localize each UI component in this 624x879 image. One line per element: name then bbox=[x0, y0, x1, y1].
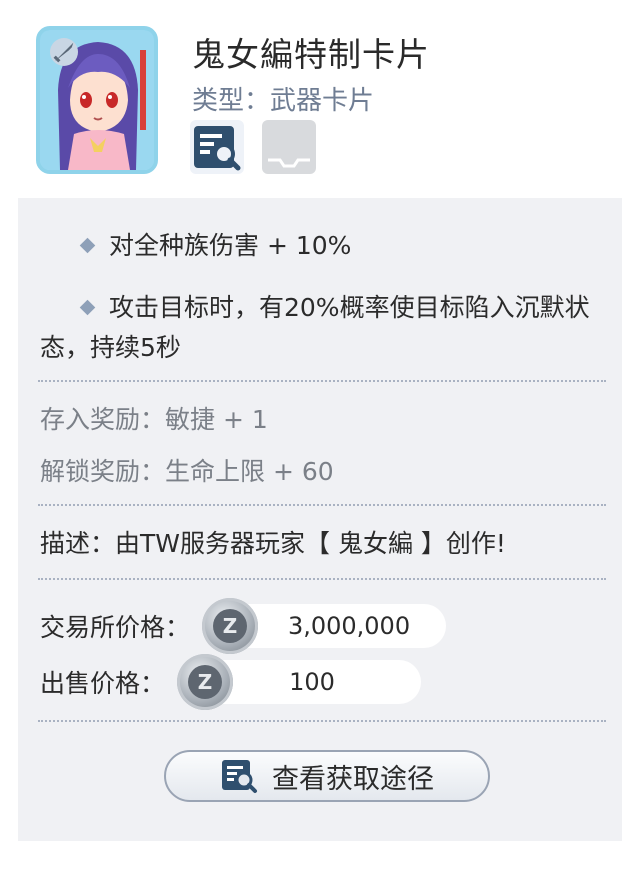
divider bbox=[38, 720, 606, 722]
divider bbox=[38, 504, 606, 506]
divider bbox=[38, 578, 606, 580]
card-description: 描述：由TW服务器玩家【 鬼女編 】创作! bbox=[40, 529, 506, 558]
card-portrait bbox=[36, 26, 158, 174]
zeny-coin-icon: Z bbox=[202, 598, 259, 654]
unlock-bonus: 解锁奖励：生命上限 + 60 bbox=[40, 457, 334, 486]
card-header: 鬼女編特制卡片 类型：武器卡片 bbox=[0, 0, 624, 196]
sell-price-pill: Z 100 bbox=[177, 654, 422, 710]
diamond-bullet-icon bbox=[79, 237, 96, 254]
effect-text: 对全种族伤害 + 10% bbox=[109, 231, 352, 260]
exchange-price-value: 3,000,000 bbox=[287, 612, 411, 640]
coin-glyph: Z bbox=[188, 665, 223, 699]
card-title: 鬼女編特制卡片 bbox=[192, 35, 430, 74]
diamond-bullet-icon bbox=[79, 299, 96, 316]
zeny-coin-icon: Z bbox=[177, 654, 234, 710]
sell-price-row: 出售价格： Z 100 bbox=[40, 654, 422, 710]
effect-line: 攻击目标时，有20%概率使目标陷入沉默状态，持续5秒 bbox=[40, 288, 610, 368]
coin-glyph: Z bbox=[213, 609, 248, 643]
exchange-price-label: 交易所价格： bbox=[40, 613, 191, 642]
card-details-panel: 对全种族伤害 + 10% 攻击目标时，有20%概率使目标陷入沉默状态，持续5秒 … bbox=[18, 198, 622, 841]
exchange-price-pill: Z 3,000,000 bbox=[202, 598, 447, 654]
view-source-label: 查看获取途径 bbox=[272, 763, 434, 795]
card-icon-row bbox=[190, 120, 316, 174]
deposit-bonus: 存入奖励：敏捷 + 1 bbox=[40, 405, 268, 434]
exchange-price-row: 交易所价格： Z 3,000,000 bbox=[40, 598, 447, 654]
sword-icon bbox=[50, 38, 78, 66]
sell-price-value: 100 bbox=[289, 668, 335, 696]
empty-slot-icon bbox=[262, 120, 316, 174]
view-details-icon bbox=[222, 760, 257, 793]
divider bbox=[38, 380, 606, 382]
effect-line: 对全种族伤害 + 10% bbox=[40, 226, 351, 266]
view-source-button[interactable]: 查看获取途径 bbox=[164, 750, 490, 802]
effect-text: 攻击目标时，有20%概率使目标陷入沉默状态，持续5秒 bbox=[40, 293, 590, 362]
sell-price-label: 出售价格： bbox=[40, 669, 166, 698]
card-type: 类型：武器卡片 bbox=[192, 86, 375, 116]
view-details-icon[interactable] bbox=[190, 120, 244, 174]
